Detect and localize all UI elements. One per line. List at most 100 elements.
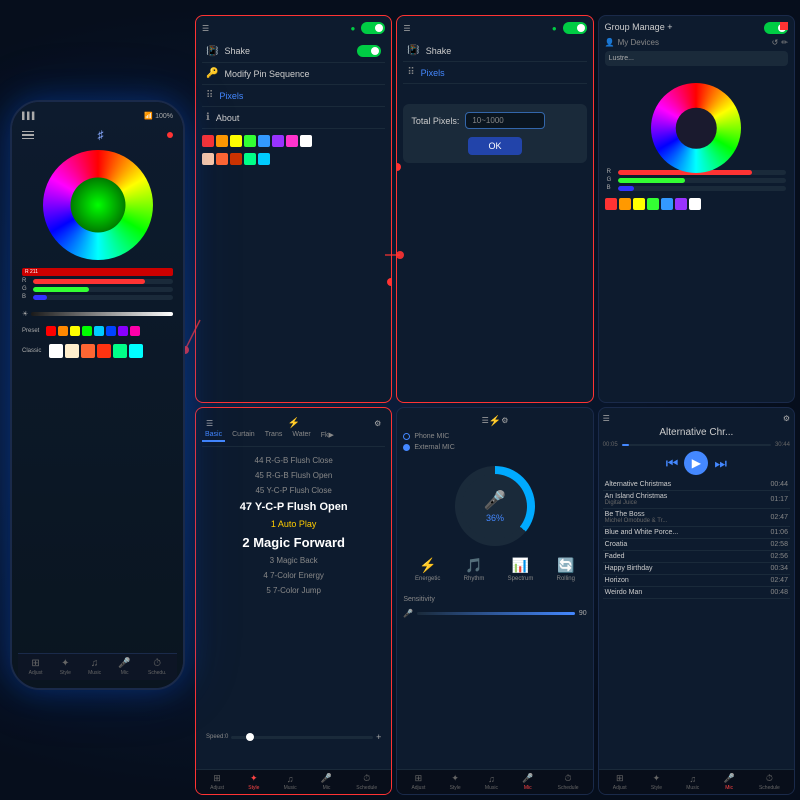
player-settings[interactable]: ⚙ (783, 414, 790, 423)
track-row-7[interactable]: Happy Birthday 00:34 (603, 563, 790, 575)
brightness-slider[interactable] (31, 312, 173, 316)
music-item-7color-jump[interactable]: 5 7-Color Jump (202, 583, 385, 598)
music-item-47[interactable]: 47 Y-C-P Flush Open (202, 498, 385, 516)
mic-spectrum[interactable]: 📊 Spectrum (508, 557, 534, 582)
cs4[interactable] (244, 153, 256, 165)
s8[interactable] (300, 135, 312, 147)
add-device-icon[interactable]: ✏ (781, 38, 788, 47)
pbn6-schedule[interactable]: ⏱ Schedule (759, 773, 780, 791)
hamburger-icon[interactable] (22, 131, 34, 140)
gm-s5[interactable] (661, 198, 673, 210)
pbn6-style[interactable]: ✦ Style (651, 773, 662, 791)
music-item-44[interactable]: 44 R-G-B Flush Close (202, 453, 385, 468)
nav-schedule[interactable]: ⏱ Schedu. (148, 658, 166, 676)
track-row-4[interactable]: Blue and White Porce... 01:06 (603, 527, 790, 539)
track-row-5[interactable]: Croatia 02:58 (603, 539, 790, 551)
gm-s2[interactable] (619, 198, 631, 210)
pbn4-style[interactable]: ✦ Style (248, 773, 259, 791)
classic-swatch-red[interactable] (97, 344, 111, 358)
track-row-8[interactable]: Horizon 02:47 (603, 575, 790, 587)
s1[interactable] (202, 135, 214, 147)
track-row-3[interactable]: Be The Boss Michel Omobude & Tr... 02:47 (603, 509, 790, 527)
mic-rolling[interactable]: 🔄 Rolling (557, 557, 575, 582)
menu-item-modify-pin[interactable]: 🔑 Modify Pin Sequence (202, 63, 385, 85)
preset-swatch-purple[interactable] (118, 326, 128, 336)
phone-mic-option[interactable]: Phone MIC (403, 431, 586, 442)
pbn6-music[interactable]: ♫ Music (686, 774, 699, 791)
gm-s4[interactable] (647, 198, 659, 210)
gm-s1[interactable] (605, 198, 617, 210)
music-item-7color-energy[interactable]: 4 7-Color Energy (202, 568, 385, 583)
preset-swatch-green[interactable] (82, 326, 92, 336)
preset-swatch-cyan[interactable] (94, 326, 104, 336)
music-item-45r[interactable]: 45 R-G-B Flush Open (202, 468, 385, 483)
phone-mic-radio[interactable] (403, 433, 410, 440)
pbn6-mic[interactable]: 🎤 Mic (724, 773, 735, 791)
menu-item-shake[interactable]: 📳 Shake (202, 40, 385, 63)
gm-color-wheel-container[interactable] (651, 73, 741, 163)
tab-curtain[interactable]: Curtain (229, 429, 258, 442)
preset-swatch-orange[interactable] (58, 326, 68, 336)
ok-button[interactable]: OK (468, 137, 521, 155)
nav-mic[interactable]: 🎤 Mic (118, 658, 130, 676)
music-item-magic-forward[interactable]: 2 Magic Forward (202, 532, 385, 553)
classic-swatch-mint[interactable] (113, 344, 127, 358)
tab-more[interactable]: Fk▶ (318, 429, 337, 442)
preset-swatch-pink[interactable] (130, 326, 140, 336)
speed-slider[interactable] (231, 736, 373, 739)
track-row-6[interactable]: Faded 02:56 (603, 551, 790, 563)
s3[interactable] (230, 135, 242, 147)
mic-rhythm[interactable]: 🎵 Rhythm (464, 557, 485, 582)
device-item[interactable]: Lustre... (605, 51, 788, 66)
pbn6-adjust[interactable]: ⊞ Adjust (613, 773, 627, 791)
track-row-9[interactable]: Weirdo Man 00:48 (603, 587, 790, 599)
play-button[interactable]: ▶ (684, 451, 708, 475)
next-button[interactable]: ⏭ (714, 455, 727, 472)
music-item-magic-back[interactable]: 3 Magic Back (202, 553, 385, 568)
external-mic-radio[interactable] (403, 444, 410, 451)
cs1[interactable] (202, 153, 214, 165)
progress-track[interactable] (622, 444, 771, 446)
nav-style[interactable]: ✦ Style (60, 658, 71, 676)
pbn4-music[interactable]: ♫ Music (284, 774, 297, 791)
classic-swatch-white[interactable] (49, 344, 63, 358)
g-track[interactable] (33, 287, 173, 292)
track-row-1[interactable]: Alternative Christmas 00:44 (603, 479, 790, 491)
track-row-2[interactable]: An Island Christmas Digital Juice 01:17 (603, 491, 790, 509)
pbn5-style[interactable]: ✦ Style (450, 773, 461, 791)
classic-swatch-orange[interactable] (81, 344, 95, 358)
gm-s6[interactable] (675, 198, 687, 210)
s2[interactable] (216, 135, 228, 147)
classic-swatch-warm[interactable] (65, 344, 79, 358)
color-wheel[interactable] (43, 150, 153, 260)
gm-s7[interactable] (689, 198, 701, 210)
pbn5-schedule[interactable]: ⏱ Schedule (558, 773, 579, 791)
cs3[interactable] (230, 153, 242, 165)
preset-swatch-blue[interactable] (106, 326, 116, 336)
menu-item-pixels[interactable]: ⠿ Pixels (202, 85, 385, 107)
pbn5-mic[interactable]: 🎤 Mic (522, 773, 533, 791)
cs5[interactable] (258, 153, 270, 165)
s7[interactable] (286, 135, 298, 147)
nav-music[interactable]: ♫ Music (88, 658, 101, 676)
pixels-input[interactable]: 10~1000 (465, 112, 545, 129)
tab-trans[interactable]: Trans (262, 429, 286, 442)
sensitivity-track[interactable] (417, 612, 575, 615)
mic-energetic[interactable]: ⚡ Energetic (415, 557, 440, 582)
gm-color-wheel[interactable] (651, 83, 741, 173)
external-mic-option[interactable]: External MIC (403, 442, 586, 453)
tab-basic[interactable]: Basic (202, 429, 225, 442)
color-wheel-container[interactable] (43, 150, 153, 260)
s6[interactable] (272, 135, 284, 147)
pixels-menu-item[interactable]: ⠿ Pixels (403, 62, 586, 84)
pbn5-adjust[interactable]: ⊞ Adjust (411, 773, 425, 791)
pbn5-music[interactable]: ♫ Music (485, 774, 498, 791)
gm-b-track[interactable] (618, 186, 786, 191)
nav-adjust[interactable]: ⊞ Adjust (29, 658, 43, 676)
preset-swatch-yellow[interactable] (70, 326, 80, 336)
s4[interactable] (244, 135, 256, 147)
prev-button[interactable]: ⏮ (666, 455, 679, 472)
r-track[interactable] (33, 279, 173, 284)
pbn4-adjust[interactable]: ⊞ Adjust (210, 773, 224, 791)
s5[interactable] (258, 135, 270, 147)
